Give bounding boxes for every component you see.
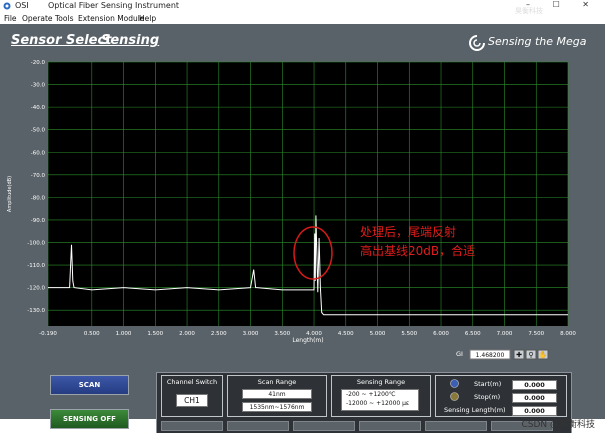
menu-operate[interactable]: Operate [22,14,53,23]
status-slot-5 [425,421,487,431]
x-tick-label: 2.500 [211,331,227,337]
start-field[interactable]: 0.000 [512,380,557,390]
gi-value: 1.468200 [476,352,505,359]
x-tick-label: 0.500 [84,331,100,337]
magnifier-icon: ⚲ [528,351,533,359]
sensing-range-temperature: -200 ~ +1200℃ [346,391,396,398]
sensing-off-button[interactable]: SENSING OFF [50,409,129,429]
y-tick-label: -40.0 [31,105,46,111]
sensing-range-label: Sensing Range [356,378,406,386]
y-tick-label: -20.0 [31,60,46,66]
y-tick-label: -100.0 [27,241,45,247]
y-tick-label: -50.0 [31,128,46,134]
scan-range-label: Scan Range [257,378,297,386]
y-tick-label: -60.0 [31,150,46,156]
scan-button[interactable]: SCAN [50,375,129,395]
menu-file[interactable]: File [4,14,17,23]
scan-range-span: 1535nm~1576nm [242,402,312,412]
x-tick-label: 5.500 [401,331,417,337]
amplitude-chart: -20.0 -30.0 -40.0 -50.0 -60.0 -70.0 -80.0 -90.0… [4,56,580,368]
x-tick-label: 4.500 [338,331,354,337]
x-tick-label: 1.500 [147,331,163,337]
channel-switch-label: Channel Switch [166,378,218,386]
channel-select[interactable]: CH1 [176,394,208,407]
y-tick-label: -90.0 [31,218,46,224]
hand-icon: ✋ [539,350,548,359]
x-tick-label: 6.000 [433,331,449,337]
tab-sensing[interactable]: Sensing [101,33,159,48]
scan-range-group: Scan Range 41nm 1535nm~1576nm [227,375,327,417]
start-label: Start(m) [474,380,502,388]
tab-sensor-select[interactable]: Sensor Select [11,33,111,48]
annotation-line-2: 高出基线20dB，合适 [360,243,475,258]
x-tick-label: 7.000 [497,331,513,337]
y-tick-label: -80.0 [31,195,46,201]
start-knob-icon[interactable] [450,379,459,388]
status-slot-1 [161,421,223,431]
y-axis: -20.0 -30.0 -40.0 -50.0 -60.0 -70.0 -80.0 -90.0… [27,60,45,314]
x-tick-label: 2.000 [179,331,195,337]
stop-label: Stop(m) [474,393,501,401]
sensing-range-group: Sensing Range -200 ~ +1200℃ -12000 ~ +12… [331,375,431,417]
y-tick-label: -70.0 [31,173,46,179]
x-tick-label: 3.500 [274,331,290,337]
x-tick-label: 6.500 [465,331,481,337]
annotation-line-1: 处理后，尾端反射 [360,224,456,239]
brand-name: Sensing the Mega [488,35,587,48]
x-tick-label: 3.000 [243,331,259,337]
crosshair-icon: ✚ [516,351,522,359]
x-tick-label: 1.000 [116,331,132,337]
channel-switch-group: Channel Switch CH1 [161,375,223,417]
x-tick-label: 5.000 [370,331,386,337]
status-slot-3 [293,421,355,431]
x-tick-label: 7.500 [528,331,544,337]
position-group: Start(m) 0.000 Stop(m) 0.000 Sensing Len… [435,375,567,417]
y-tick-label: -120.0 [27,286,45,292]
main-panel: Sensor Select Sensing Sensing the Mega -… [0,24,605,433]
control-panel: Channel Switch CH1 Scan Range 41nm 1535n… [156,372,572,433]
x-tick-label: 8.000 [560,331,576,337]
y-tick-label: -110.0 [27,263,45,269]
sensing-length-field[interactable]: 0.000 [512,406,557,416]
app-icon [3,2,11,10]
sensing-length-label: Sensing Length(m) [444,406,506,414]
y-tick-label: -30.0 [31,83,46,89]
brand-mark-icon [469,35,485,51]
menu-help[interactable]: Help [139,14,156,23]
sensing-range-strain: -12000 ~ +12000 με [346,400,410,407]
application-window: OSI Optical Fiber Sensing Instrument – ☐… [0,0,605,433]
gi-label: GI [456,350,463,358]
x-tick-label: -0.190 [39,331,57,337]
stop-field[interactable]: 0.000 [512,393,557,403]
watermark-top: 昊衡科技 [515,7,543,15]
brand-logo: Sensing the Mega [468,35,603,53]
menu-tools[interactable]: Tools [55,14,73,23]
chart-svg: -20.0 -30.0 -40.0 -50.0 -60.0 -70.0 -80.0 -90.0… [7,60,576,360]
menu-extension-module[interactable]: Extension Module [78,14,144,23]
stop-knob-icon[interactable] [450,392,459,401]
scan-range-width: 41nm [242,389,312,399]
plot-area [48,62,568,326]
window-title-short: OSI [15,1,29,10]
y-axis-label: Amplitude(dB) [7,176,13,212]
x-axis-label: Length(m) [292,337,323,344]
watermark-bottom: CSDN @昊衡科技 [521,420,595,430]
status-slot-4 [359,421,421,431]
status-slot-2 [227,421,289,431]
sensing-range-box: -200 ~ +1200℃ -12000 ~ +12000 με [341,389,419,411]
y-tick-label: -130.0 [27,308,45,314]
window-title: Optical Fiber Sensing Instrument [48,1,180,10]
